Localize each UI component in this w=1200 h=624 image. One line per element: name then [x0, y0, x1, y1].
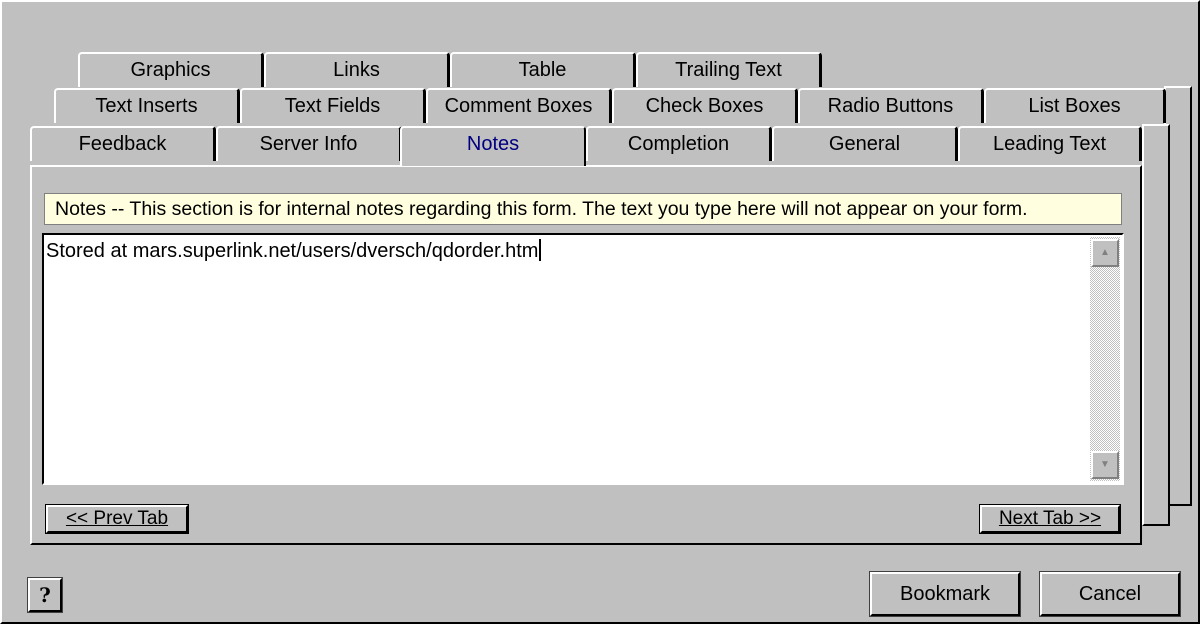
- tab-notes[interactable]: Notes: [400, 126, 586, 166]
- text-caret: [539, 239, 542, 261]
- bookmark-button[interactable]: Bookmark: [869, 571, 1021, 617]
- tab-radio-buttons[interactable]: Radio Buttons: [798, 88, 984, 123]
- scroll-up-arrow-icon[interactable]: ▲: [1091, 239, 1119, 267]
- tab-comment-boxes[interactable]: Comment Boxes: [426, 88, 612, 123]
- cancel-button[interactable]: Cancel: [1039, 571, 1181, 617]
- tab-general[interactable]: General: [772, 126, 958, 161]
- form-notes-dialog: Graphics Links Table Trailing Text Text …: [0, 0, 1200, 624]
- vertical-scrollbar[interactable]: ▲ ▼: [1090, 237, 1120, 481]
- tab-server-info[interactable]: Server Info: [216, 126, 402, 161]
- prev-tab-button[interactable]: << Prev Tab: [45, 504, 189, 534]
- tab-leading-text[interactable]: Leading Text: [958, 126, 1142, 161]
- notes-text-content: Stored at mars.superlink.net/users/dvers…: [46, 239, 542, 263]
- tab-text-fields[interactable]: Text Fields: [240, 88, 426, 123]
- tab-list-boxes[interactable]: List Boxes: [984, 88, 1166, 123]
- notes-info-banner: Notes -- This section is for internal no…: [44, 193, 1122, 225]
- tab-check-boxes[interactable]: Check Boxes: [612, 88, 798, 123]
- question-mark-icon: ?: [39, 583, 51, 607]
- notes-text: Stored at mars.superlink.net/users/dvers…: [46, 240, 539, 262]
- notes-tab-panel: Notes -- This section is for internal no…: [30, 165, 1142, 545]
- scroll-down-arrow-icon[interactable]: ▼: [1091, 451, 1119, 479]
- tab-trailing-text[interactable]: Trailing Text: [636, 52, 822, 87]
- tab-graphics[interactable]: Graphics: [78, 52, 264, 87]
- tab-completion[interactable]: Completion: [586, 126, 772, 161]
- help-button[interactable]: ?: [27, 577, 63, 613]
- tab-text-inserts[interactable]: Text Inserts: [54, 88, 240, 123]
- next-tab-button[interactable]: Next Tab >>: [979, 504, 1121, 534]
- notes-textarea[interactable]: Stored at mars.superlink.net/users/dvers…: [42, 233, 1124, 485]
- tab-table[interactable]: Table: [450, 52, 636, 87]
- tab-links[interactable]: Links: [264, 52, 450, 87]
- tab-stack-back-1: [1142, 124, 1170, 526]
- tab-feedback[interactable]: Feedback: [30, 126, 216, 161]
